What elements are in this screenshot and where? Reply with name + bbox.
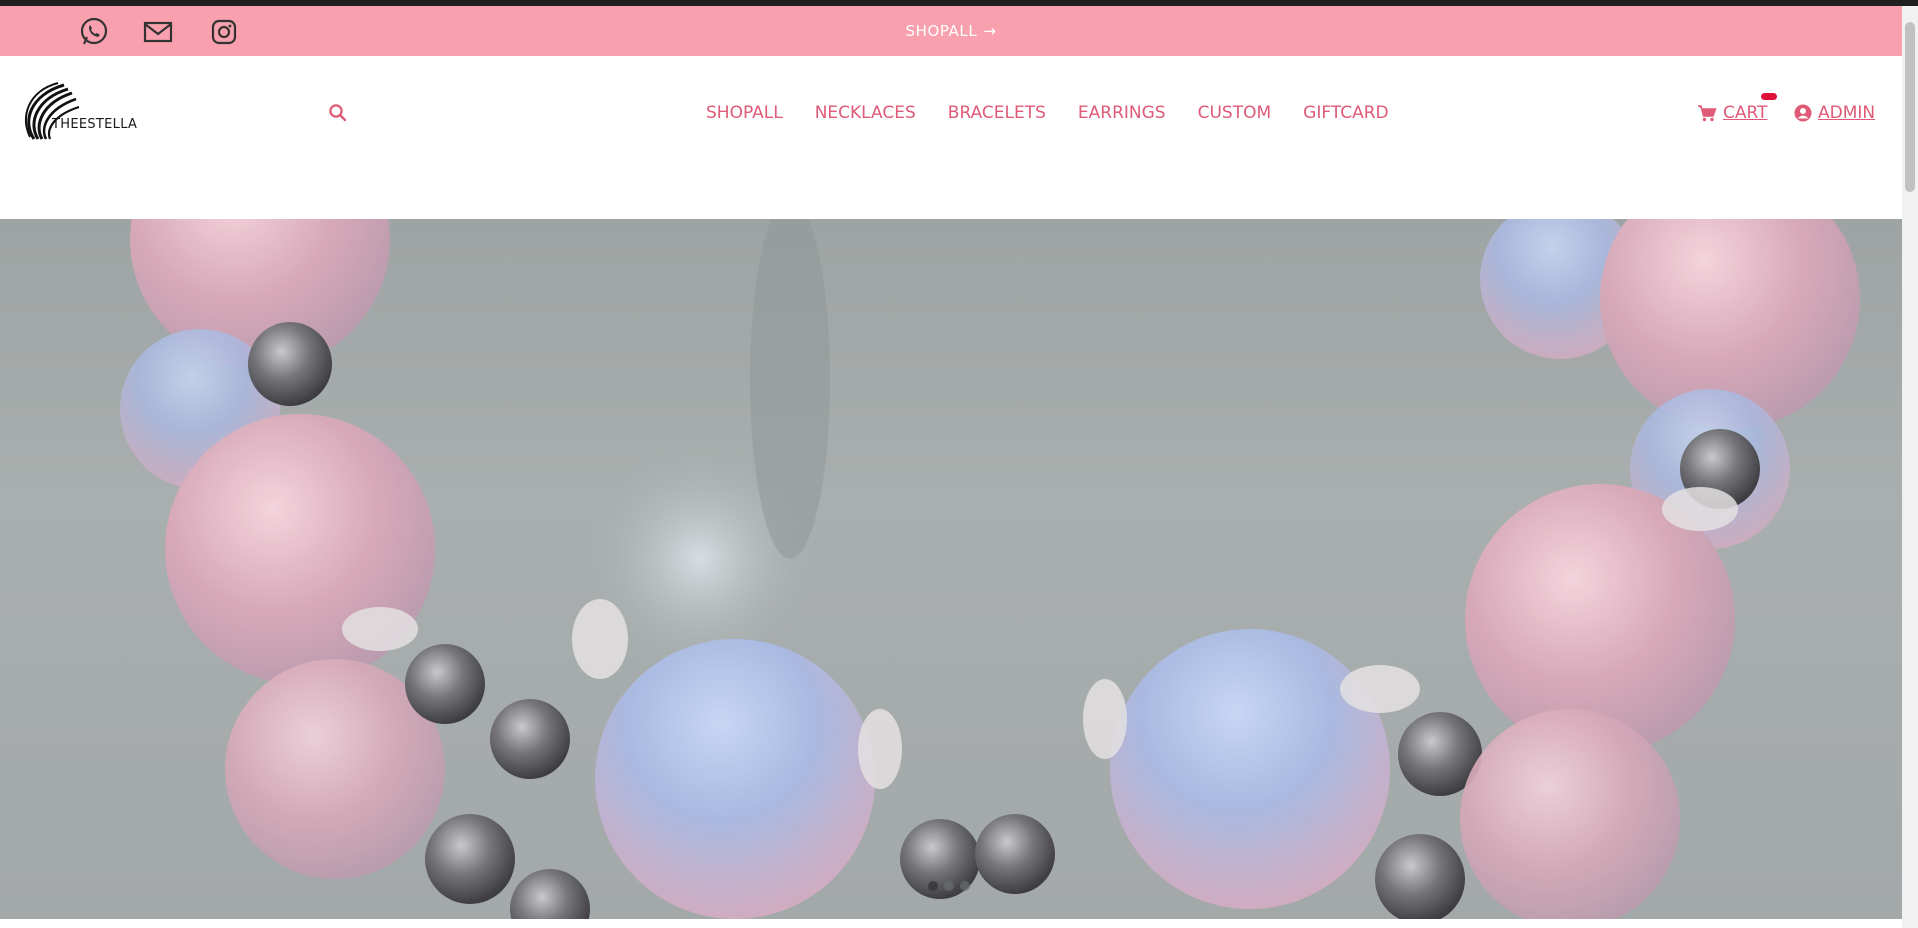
nav-item-custom[interactable]: CUSTOM [1198, 103, 1272, 123]
brand-swirl-icon [25, 82, 80, 140]
page-scrollbar[interactable] [1902, 6, 1918, 928]
search-icon[interactable] [328, 103, 348, 123]
site-header: THEESTELLA SHOPALL NECKLACES BRACELETS E… [0, 56, 1902, 219]
announcement-link-label: SHOPALL [905, 22, 978, 40]
hero-carousel[interactable] [0, 219, 1902, 919]
admin-link[interactable]: ADMIN [1794, 103, 1875, 123]
nav-item-earrings[interactable]: EARRINGS [1078, 103, 1166, 123]
cart-icon [1698, 105, 1717, 122]
arrow-right-icon: → [983, 22, 997, 40]
brand-name: THEESTELLA [52, 117, 138, 132]
user-circle-icon [1794, 104, 1812, 122]
scrollbar-thumb[interactable] [1905, 22, 1915, 192]
carousel-dot-2[interactable] [944, 881, 954, 891]
bead [595, 639, 875, 919]
main-nav: SHOPALL NECKLACES BRACELETS EARRINGS CUS… [706, 103, 1389, 123]
announcement-bar: SHOPALL → [0, 6, 1902, 56]
carousel-dot-3[interactable] [960, 881, 970, 891]
carousel-pagination [928, 881, 970, 891]
bead [1110, 629, 1390, 909]
nav-item-shopall[interactable]: SHOPALL [706, 103, 783, 123]
page-below-fold [0, 919, 1902, 928]
cart-label: CART [1723, 103, 1768, 123]
cart-count-badge [1761, 93, 1777, 100]
nav-item-bracelets[interactable]: BRACELETS [948, 103, 1046, 123]
announcement-shopall-link[interactable]: SHOPALL → [0, 22, 1902, 40]
cart-link[interactable]: CART [1697, 93, 1777, 123]
carousel-dot-1[interactable] [928, 881, 938, 891]
nav-item-giftcard[interactable]: GIFTCARD [1303, 103, 1388, 123]
hero-bracelet-image [120, 219, 1860, 919]
nav-item-necklaces[interactable]: NECKLACES [815, 103, 916, 123]
bead [248, 322, 332, 406]
admin-label: ADMIN [1818, 103, 1876, 123]
brand-logo[interactable]: THEESTELLA [24, 81, 138, 143]
